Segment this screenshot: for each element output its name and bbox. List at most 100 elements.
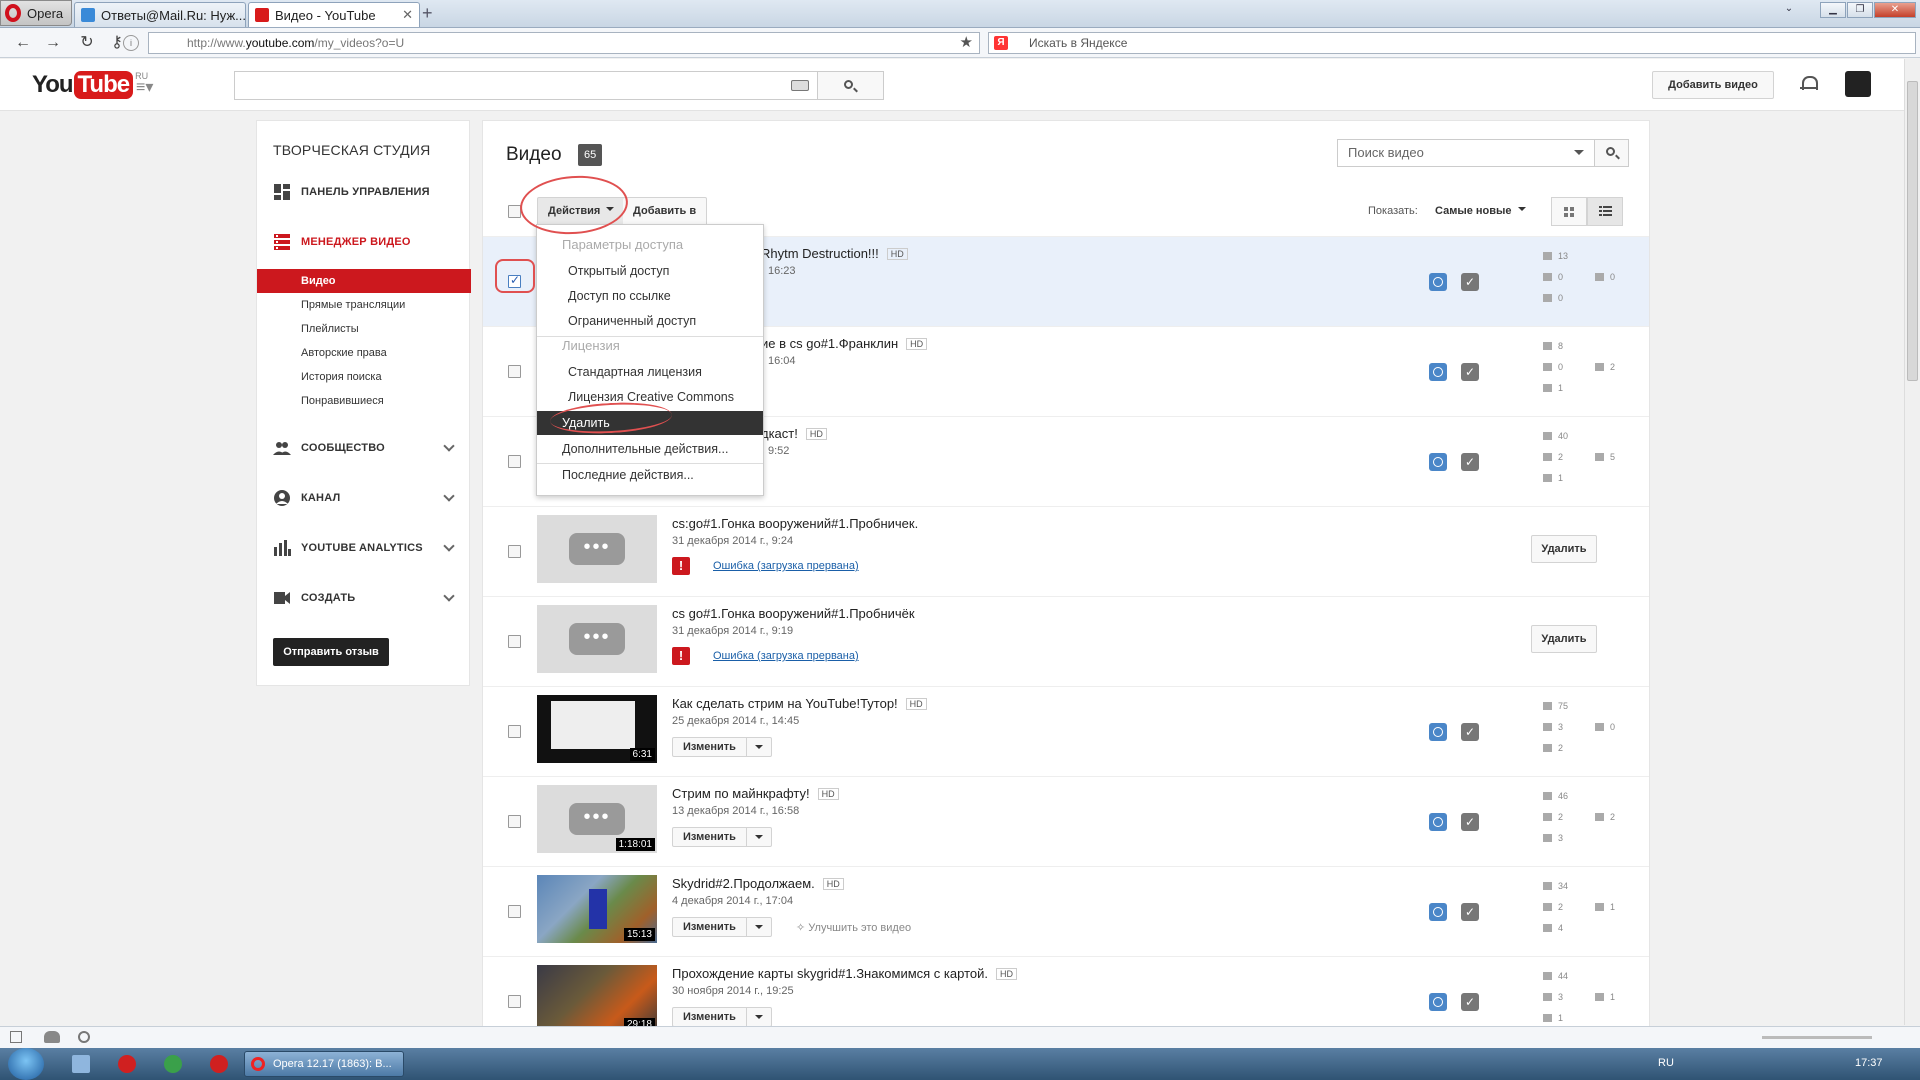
tab-mail-answers[interactable]: Ответы@Mail.Ru: Нуж... xyxy=(74,2,246,27)
video-title[interactable]: Rhytm Destruction!!! HD xyxy=(761,246,908,261)
check-icon[interactable]: ✓ xyxy=(1461,993,1479,1011)
row-checkbox[interactable] xyxy=(508,455,521,468)
row-checkbox[interactable] xyxy=(508,635,521,648)
chevron-down-icon[interactable] xyxy=(443,540,455,552)
delete-button[interactable]: Удалить xyxy=(1531,625,1597,653)
sidebar-item-live[interactable]: Прямые трансляции xyxy=(257,293,471,317)
video-thumbnail[interactable]: 29:18 xyxy=(537,965,657,1033)
new-tab-button[interactable]: + xyxy=(422,4,433,22)
tab-close-icon[interactable]: ✕ xyxy=(402,7,413,23)
video-title[interactable]: ие в cs go#1.Франклин HD xyxy=(761,336,928,351)
edit-button[interactable]: Изменить xyxy=(672,737,772,757)
back-icon[interactable]: ← xyxy=(12,33,34,53)
row-checkbox[interactable] xyxy=(508,815,521,828)
video-search-input[interactable]: Поиск видео xyxy=(1337,139,1595,167)
menu-item-recent-actions[interactable]: Последние действия... xyxy=(537,463,763,487)
table-row[interactable]: ••• 1:18:01 Стрим по майнкрафту! HD 13 де… xyxy=(483,776,1649,866)
video-title[interactable]: cs go#1.Гонка вооружений#1.Пробничёк xyxy=(672,606,915,621)
globe-icon[interactable] xyxy=(1429,273,1447,291)
taskbar-opera-window[interactable]: Opera 12.17 (1863): В... xyxy=(244,1051,404,1077)
download-icon[interactable] xyxy=(164,1055,182,1073)
chevron-down-icon[interactable] xyxy=(443,490,455,502)
globe-icon[interactable] xyxy=(1429,363,1447,381)
add-to-button[interactable]: Добавить в xyxy=(623,197,708,226)
row-checkbox[interactable] xyxy=(508,905,521,918)
table-row[interactable]: ••• cs go#1.Гонка вооружений#1.Пробничёк… xyxy=(483,596,1649,686)
table-row[interactable]: 6:31 Как сделать стрим на YouTube!Тутор!… xyxy=(483,686,1649,776)
tab-list-chevron-icon[interactable]: ⌄ xyxy=(1782,2,1796,18)
video-title[interactable]: Skydrid#2.Продолжаем. HD xyxy=(672,876,844,891)
check-icon[interactable]: ✓ xyxy=(1461,723,1479,741)
record-icon[interactable] xyxy=(118,1055,136,1073)
sort-select[interactable]: Самые новые xyxy=(1435,205,1526,217)
edit-button[interactable]: Изменить xyxy=(672,827,772,847)
panel-toggle-icon[interactable] xyxy=(10,1031,22,1043)
avatar[interactable] xyxy=(1845,71,1871,97)
list-view-button[interactable] xyxy=(1587,197,1623,226)
check-icon[interactable]: ✓ xyxy=(1461,453,1479,471)
table-row[interactable]: 15:13 Skydrid#2.Продолжаем. HD 4 декабря … xyxy=(483,866,1649,956)
upload-error-link[interactable]: Ошибка (загрузка прервана) xyxy=(713,650,859,662)
youtube-search-button[interactable] xyxy=(818,71,884,100)
sidebar-item-analytics[interactable]: YOUTUBE ANALYTICS xyxy=(273,539,423,557)
menu-item-public[interactable]: Открытый доступ xyxy=(537,259,763,283)
menu-item-more-actions[interactable]: Дополнительные действия... xyxy=(537,437,763,461)
globe-icon[interactable] xyxy=(1429,813,1447,831)
video-thumbnail[interactable]: ••• xyxy=(537,605,657,673)
edit-button[interactable]: Изменить xyxy=(672,917,772,937)
bookmark-star-icon[interactable]: ★ xyxy=(960,33,973,53)
opera-menu-button[interactable]: Opera xyxy=(0,0,72,26)
sidebar-item-dashboard[interactable]: ПАНЕЛЬ УПРАВЛЕНИЯ xyxy=(273,183,430,201)
close-window-button[interactable]: ✕ xyxy=(1874,2,1916,18)
reload-icon[interactable]: ↻ xyxy=(76,33,98,53)
cloud-icon[interactable] xyxy=(44,1031,60,1043)
video-title[interactable]: Стрим по майнкрафту! HD xyxy=(672,786,839,801)
url-field[interactable]: i http://www.youtube.com/my_videos?o=U ★ xyxy=(123,32,980,54)
video-thumbnail[interactable]: ••• 1:18:01 xyxy=(537,785,657,853)
row-checkbox[interactable] xyxy=(508,273,521,288)
sidebar-item-video-manager[interactable]: МЕНЕДЖЕР ВИДЕО xyxy=(273,233,411,251)
video-title[interactable]: Как сделать стрим на YouTube!Тутор! HD xyxy=(672,696,927,711)
minimize-button[interactable]: ▁ xyxy=(1820,2,1846,18)
youtube-logo[interactable]: You Tube RU xyxy=(32,71,148,99)
scrollbar-thumb[interactable] xyxy=(1907,81,1918,381)
row-checkbox[interactable] xyxy=(508,725,521,738)
edit-menu-caret-icon[interactable] xyxy=(747,918,771,936)
site-info-icon[interactable]: i xyxy=(123,35,139,51)
start-button[interactable] xyxy=(8,1048,44,1080)
improve-video-link[interactable]: ✧ Улучшить это видео xyxy=(796,921,911,934)
sidebar-item-channel[interactable]: КАНАЛ xyxy=(273,489,340,507)
zoom-slider[interactable] xyxy=(1762,1036,1872,1039)
sidebar-item-liked[interactable]: Понравившиеся xyxy=(257,389,471,413)
forward-icon[interactable]: → xyxy=(42,33,64,53)
keyboard-icon[interactable] xyxy=(791,80,809,91)
row-checkbox[interactable] xyxy=(508,545,521,558)
check-icon[interactable]: ✓ xyxy=(1461,363,1479,381)
select-all-checkbox[interactable] xyxy=(508,205,521,218)
globe-icon[interactable] xyxy=(1429,993,1447,1011)
video-thumbnail[interactable]: 15:13 xyxy=(537,875,657,943)
sidebar-item-search-history[interactable]: История поиска xyxy=(257,365,471,389)
check-icon[interactable]: ✓ xyxy=(1461,273,1479,291)
opera-taskbar-icon[interactable] xyxy=(210,1055,228,1073)
sidebar-item-create[interactable]: СОЗДАТЬ xyxy=(273,589,355,607)
page-scrollbar[interactable] xyxy=(1904,59,1920,1025)
speed-dial-icon[interactable] xyxy=(78,1031,90,1043)
video-title[interactable]: Прохождение карты skygrid#1.Знакомимся с… xyxy=(672,966,1017,981)
explorer-icon[interactable] xyxy=(72,1055,90,1073)
notifications-bell-icon[interactable] xyxy=(1800,74,1818,92)
sidebar-item-playlists[interactable]: Плейлисты xyxy=(257,317,471,341)
video-title[interactable]: дкаст! HD xyxy=(761,426,827,441)
upload-error-link[interactable]: Ошибка (загрузка прервана) xyxy=(713,560,859,572)
globe-icon[interactable] xyxy=(1429,723,1447,741)
chevron-down-icon[interactable] xyxy=(443,590,455,602)
video-search-button[interactable] xyxy=(1595,139,1629,167)
check-icon[interactable]: ✓ xyxy=(1461,903,1479,921)
row-checkbox[interactable] xyxy=(508,365,521,378)
row-checkbox[interactable] xyxy=(508,995,521,1008)
youtube-search-input[interactable] xyxy=(234,71,818,100)
guide-menu-icon[interactable]: ≡▾ xyxy=(136,77,153,97)
video-thumbnail[interactable]: 6:31 xyxy=(537,695,657,763)
globe-icon[interactable] xyxy=(1429,903,1447,921)
sidebar-item-videos[interactable]: Видео xyxy=(257,269,471,293)
